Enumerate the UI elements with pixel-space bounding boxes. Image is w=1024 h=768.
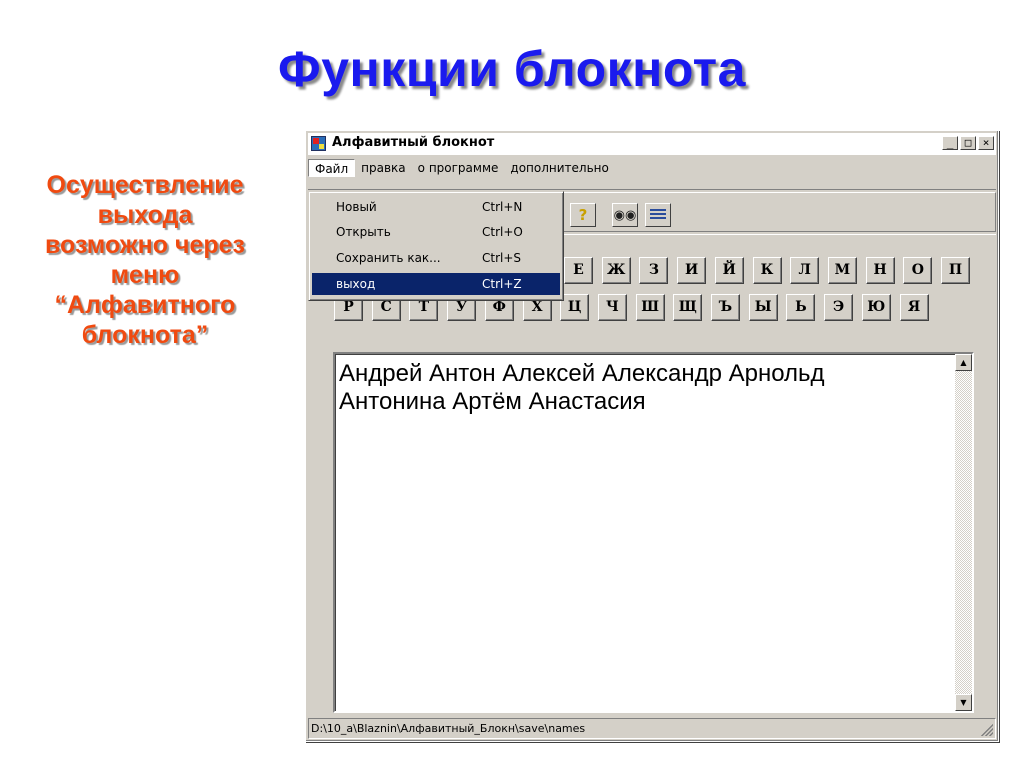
text-line: Андрей Антон Алексей Александр Арнольд [339,360,825,387]
letter-button[interactable]: Ы [748,294,778,321]
help-button[interactable]: ? [570,203,596,227]
letter-button[interactable]: Ц [560,294,590,321]
menu-item-shortcut: Ctrl+N [482,200,523,214]
vertical-scrollbar[interactable]: ▲ ▼ [955,354,972,711]
menu-item-label: Открыть [336,225,391,239]
letter-button[interactable]: Й [714,257,744,284]
text-content: Андрей Антон Алексей Александр Арнольд А… [339,360,939,416]
letter-button[interactable]: Ч [597,294,627,321]
menu-item-label: Сохранить как... [336,251,441,265]
letter-button[interactable]: М [827,257,857,284]
menu-item-open[interactable]: Открыть Ctrl+O [312,221,560,243]
help-icon: ? [578,206,588,224]
letter-button[interactable]: Э [824,294,854,321]
menu-item-shortcut: Ctrl+S [482,251,522,265]
menu-about[interactable]: о программе [412,159,505,177]
menu-extra[interactable]: дополнительно [504,159,614,177]
menu-item-exit[interactable]: выход Ctrl+Z [312,273,560,295]
letter-button[interactable]: П [941,257,970,284]
letter-button[interactable]: И [677,257,707,284]
menu-item-shortcut: Ctrl+O [482,225,523,239]
window-title: Алфавитный блокнот [332,135,495,150]
letter-button[interactable]: Ж [601,257,631,284]
list-icon [650,209,666,221]
find-icon: ◉◉ [613,208,637,223]
letter-button[interactable]: Ш [635,294,665,321]
status-path: D:\10_а\Blaznin\Алфавитный_Блокн\save\na… [311,722,586,735]
status-bar: D:\10_а\Blaznin\Алфавитный_Блокн\save\na… [308,718,996,739]
list-button[interactable] [645,203,671,227]
app-icon [311,136,326,151]
side-note-line: “Алфавитного [54,291,236,319]
menu-item-save-as[interactable]: Сохранить как... Ctrl+S [312,247,560,269]
side-note-line: Осуществление [46,171,244,199]
menu-edit[interactable]: правка [355,159,412,177]
side-note-line: блокнота” [81,321,209,349]
letter-button[interactable]: Н [865,257,895,284]
letter-button[interactable]: Щ [673,294,703,321]
names-text-area[interactable]: Андрей Антон Алексей Александр Арнольд А… [333,352,974,713]
letter-button[interactable]: Ю [861,294,891,321]
scroll-down-icon[interactable]: ▼ [955,694,972,711]
scroll-up-icon[interactable]: ▲ [955,354,972,371]
letter-button[interactable]: Ь [786,294,816,321]
title-bar[interactable]: Алфавитный блокнот _ □ × [308,133,996,155]
letter-button[interactable]: О [903,257,933,284]
slide-title: Функции блокнота [278,41,746,97]
menu-item-new[interactable]: Новый Ctrl+N [312,196,560,218]
file-menu-dropdown: Новый Ctrl+N Открыть Ctrl+O Сохранить ка… [308,191,564,301]
side-note-line: выхода [97,201,193,229]
resize-grip-icon[interactable] [981,724,993,736]
menu-bar: Файл правка о программе дополнительно [308,159,615,177]
find-button[interactable]: ◉◉ [612,203,638,227]
side-note: Осуществление выхода возможно через меню… [0,170,290,350]
side-note-line: меню [110,261,180,289]
letter-button[interactable]: Л [790,257,820,284]
window-controls: _ □ × [942,136,994,150]
letter-button[interactable]: Ъ [711,294,740,321]
side-note-line: возможно через [45,231,245,259]
letter-button[interactable]: Е [564,257,593,284]
close-button[interactable]: × [978,136,994,150]
minimize-button[interactable]: _ [942,136,958,150]
menu-item-label: выход [336,277,376,291]
menu-item-label: Новый [336,200,377,214]
text-line: Антонина Артём Анастасия [339,388,646,415]
letter-button[interactable]: З [639,257,669,284]
menu-file[interactable]: Файл [308,159,356,177]
letter-button[interactable]: Я [899,294,929,321]
letter-button[interactable]: К [752,257,782,284]
maximize-button[interactable]: □ [960,136,976,150]
menu-item-shortcut: Ctrl+Z [482,277,522,291]
